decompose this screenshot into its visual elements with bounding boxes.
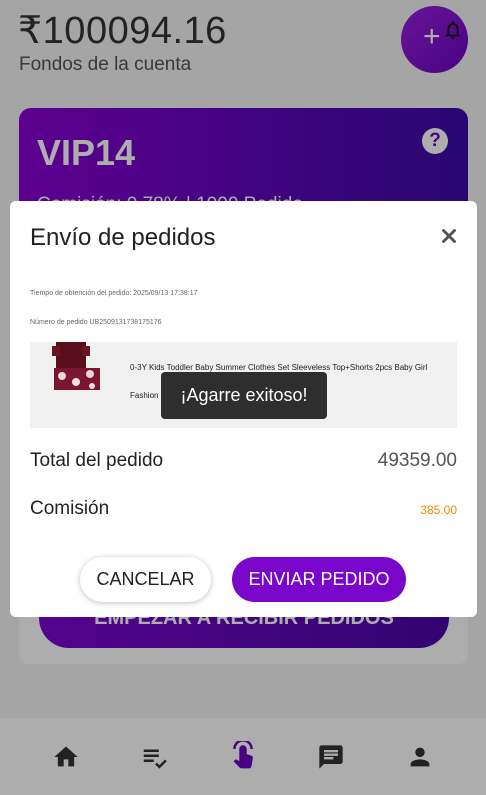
order-total-label: Total del pedido bbox=[30, 450, 164, 471]
order-submit-dialog: Envío de pedidos Tiempo de obtención del… bbox=[10, 201, 477, 617]
order-number: Número de pedido UB2509131738175176 bbox=[30, 319, 162, 326]
submit-order-button[interactable]: ENVIAR PEDIDO bbox=[232, 557, 406, 602]
commission-value: 385.00 bbox=[420, 503, 457, 517]
dialog-title: Envío de pedidos bbox=[30, 224, 216, 251]
order-time: Tiempo de obtención del pedido: 2025/09/… bbox=[30, 290, 198, 297]
cancel-button[interactable]: CANCELAR bbox=[80, 557, 211, 602]
close-icon[interactable] bbox=[438, 225, 460, 247]
product-image bbox=[52, 342, 100, 390]
order-total-value: 49359.00 bbox=[377, 450, 457, 471]
commission-label: Comisión bbox=[30, 498, 110, 519]
success-toast: ¡Agarre exitoso! bbox=[161, 372, 327, 419]
